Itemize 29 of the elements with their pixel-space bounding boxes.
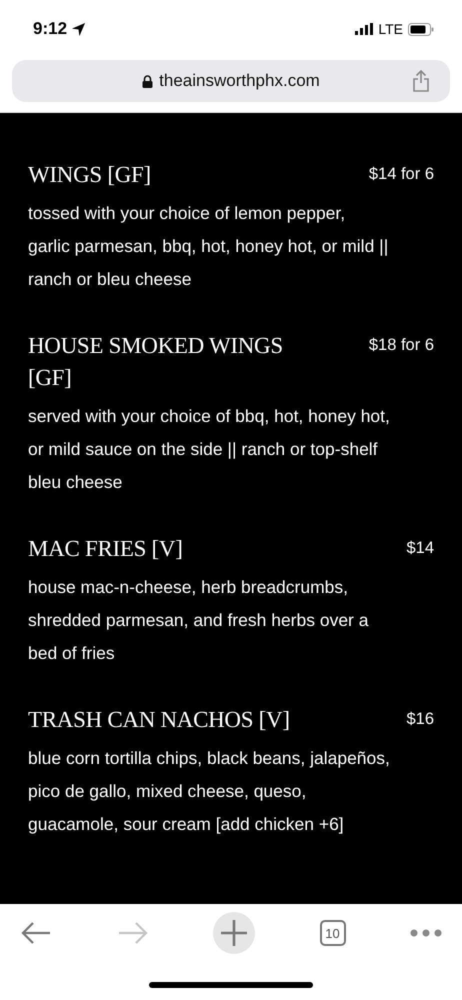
dish-description: served with your choice of bbq, hot, honey hot, or mild sauce on the side || ranch or top-shelf bleu cheese [28,405,390,494]
address-bar[interactable]: theainsworthphx.com [12,60,450,102]
dish-price: $16 [406,709,434,730]
dish-name: MAC FRIES [V] [28,535,183,563]
dish-name: HOUSE SMOKED WINGS [GF] [28,332,284,392]
dish-description: tossed with your choice of lemon pepper, garlic parmesan, bbq, hot, honey hot, or mild || ranch or bleu cheese [28,202,390,291]
battery-icon [408,22,434,36]
more-button[interactable] [410,929,442,937]
dish-description: blue corn tortilla chips, black beans, jalapeños, pico de gallo, mixed cheese, queso, guacamole, sour cream [add chicken +6] [28,747,390,836]
back-arrow-icon [20,920,52,946]
dish-name: TRASH CAN NACHOS [V] [28,706,290,734]
url-text: theainsworthphx.com [159,71,320,91]
share-icon[interactable] [412,70,430,92]
dish-name: WINGS [GF] [28,161,151,189]
more-icon [410,929,442,937]
back-button[interactable] [20,920,52,946]
dish-price: $18 for 6 [368,335,434,356]
lock-icon [142,74,154,88]
tab-count-button[interactable]: 10 [320,920,346,946]
location-arrow-icon [71,22,86,36]
dish-price: $14 for 6 [368,164,434,185]
dish-description: house mac-n-cheese, herb breadcrumbs, shredded parmesan, and fresh herbs over a bed of fries [28,576,370,665]
signal-icon [355,23,374,35]
forward-arrow-icon [116,920,148,946]
new-tab-button[interactable] [213,912,255,954]
clock-time: 9:12 [33,19,68,39]
plus-icon [219,918,249,948]
dish-price: $14 [406,538,434,559]
network-label: LTE [378,21,403,37]
